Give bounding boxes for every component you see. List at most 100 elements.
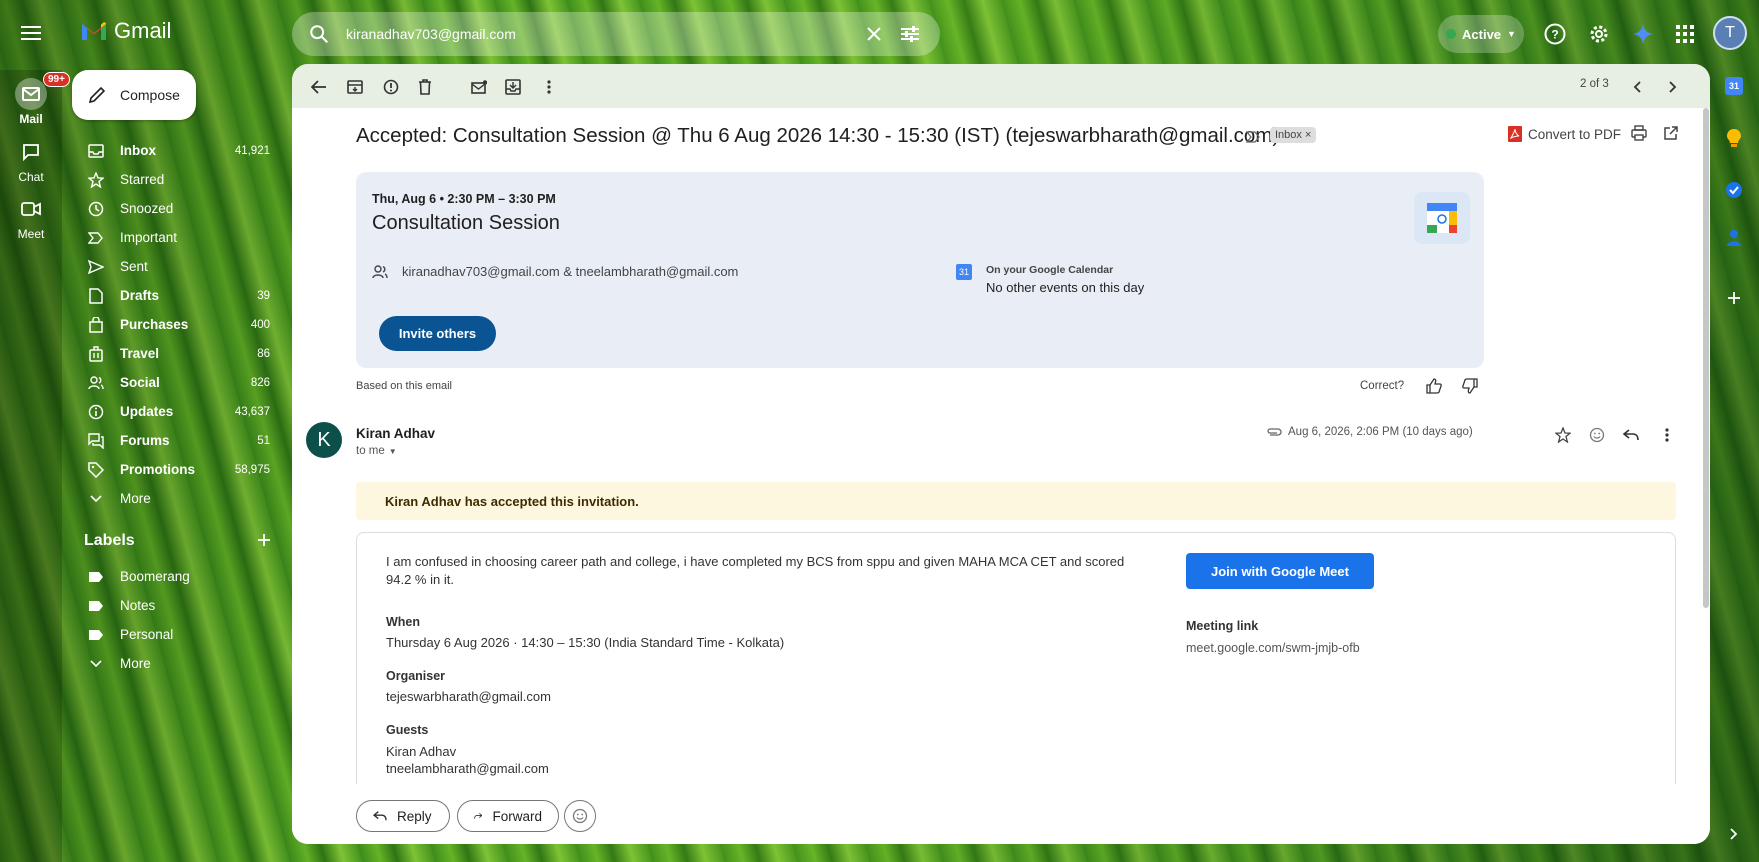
search-bar[interactable]: kiranadhav703@gmail.com [292,12,940,56]
account-avatar[interactable]: T [1713,16,1747,50]
label-item-text: More [120,656,151,671]
emoji-icon [1589,427,1605,443]
label-item-notes[interactable]: Notes [62,591,278,620]
search-icon[interactable] [308,23,330,45]
nav-item-starred[interactable]: Starred [62,165,278,194]
reply-icon [1623,429,1639,441]
nav-item-social[interactable]: Social 826 [62,368,278,397]
nav-item-count: 400 [250,318,270,331]
keep-addon[interactable] [1722,126,1746,150]
nav-item-more[interactable]: More [62,484,278,513]
get-addons-button[interactable] [1722,286,1746,310]
sender-avatar[interactable]: K [306,422,342,458]
chevron-right-icon [1730,828,1738,840]
rail-mail[interactable]: 99+ Mail [0,72,70,126]
gemini-icon [1633,24,1653,44]
create-label-button[interactable] [256,532,276,552]
reply-button[interactable]: Reply [356,800,450,832]
apps-button[interactable] [1669,18,1701,50]
nav-item-updates[interactable]: Updates 43,637 [62,397,278,426]
add-reaction-button[interactable] [1584,422,1610,448]
star-button[interactable] [1550,422,1576,448]
move-to-button[interactable] [500,74,526,100]
report-spam-button[interactable] [378,74,404,100]
scrollbar[interactable] [1703,108,1709,608]
rail-chat[interactable]: Chat [0,136,62,184]
convert-pdf-button[interactable]: Convert to PDF [1508,126,1621,142]
nav-item-promotions[interactable]: Promotions 58,975 [62,455,278,484]
contacts-addon[interactable] [1722,226,1746,250]
nav-item-count: 86 [257,347,270,360]
importance-marker[interactable] [1245,130,1260,148]
gear-icon [1590,25,1608,43]
label-item-more[interactable]: More [62,649,278,678]
reply-emoji-button[interactable] [564,800,596,832]
sender-name[interactable]: Kiran Adhav [356,426,435,441]
search-input[interactable]: kiranadhav703@gmail.com [346,26,860,42]
back-button[interactable] [306,74,332,100]
print-button[interactable] [1626,120,1652,146]
svg-text:?: ? [1551,28,1558,42]
clear-search-button[interactable] [860,20,888,48]
rail-meet[interactable]: Meet [0,193,62,241]
meeting-link[interactable]: meet.google.com/swm-jmjb-ofb [1186,641,1360,655]
delete-button[interactable] [412,74,438,100]
event-people-text: kiranadhav703@gmail.com & tneelambharath… [402,264,739,279]
inbox-icon [86,141,106,161]
more-actions-button[interactable] [536,74,562,100]
message-more-button[interactable] [1654,422,1680,448]
nav-item-forums[interactable]: Forums 51 [62,426,278,455]
label-list: Boomerang Notes Personal More [62,562,278,678]
inbox-label-chip[interactable]: Inbox × [1270,127,1317,143]
guest-email[interactable]: tneelambharath@gmail.com [386,761,549,776]
organiser-value[interactable]: tejeswarbharath@gmail.com [386,689,551,704]
label-item-personal[interactable]: Personal [62,620,278,649]
nav-item-inbox[interactable]: Inbox 41,921 [62,136,278,165]
forward-button[interactable]: Forward [457,800,559,832]
nav-item-snoozed[interactable]: Snoozed [62,194,278,223]
support-button[interactable]: ? [1539,18,1571,50]
nav-item-drafts[interactable]: Drafts 39 [62,281,278,310]
message-date-text: Aug 6, 2026, 2:06 PM (10 days ago) [1288,426,1473,438]
gemini-button[interactable] [1627,18,1659,50]
remove-label-icon[interactable]: × [1305,129,1311,141]
invite-others-button[interactable]: Invite others [379,316,496,351]
recipient-details[interactable]: to me ▼ [356,445,397,457]
gmail-logo[interactable]: Gmail [80,18,171,44]
nav-item-label: Snoozed [120,201,174,216]
organiser-label: Organiser [386,669,446,683]
event-people: kiranadhav703@gmail.com & tneelambharath… [372,264,738,279]
calendar-addon[interactable]: 31 [1722,74,1746,98]
nav-item-label: Forums [120,433,170,448]
older-button[interactable] [1660,74,1686,100]
main-menu-button[interactable] [14,16,48,50]
settings-button[interactable] [1583,18,1615,50]
status-button[interactable]: Active ▼ [1438,15,1524,53]
label-item-boomerang[interactable]: Boomerang [62,562,278,591]
nav-item-sent[interactable]: Sent [62,252,278,281]
thumbs-up-button[interactable] [1422,374,1446,398]
mark-unread-button[interactable] [466,74,492,100]
join-meet-button[interactable]: Join with Google Meet [1186,553,1374,589]
message-subject: Accepted: Consultation Session @ Thu 6 A… [356,124,1280,147]
open-new-window-button[interactable] [1658,120,1684,146]
nav-item-important[interactable]: Important [62,223,278,252]
nav-item-purchases[interactable]: Purchases 400 [62,310,278,339]
thumbs-down-button[interactable] [1458,374,1482,398]
event-date: Thu, Aug 6 • 2:30 PM – 3:30 PM [372,192,556,206]
compose-button[interactable]: Compose [72,70,196,120]
rail-meet-label: Meet [17,227,45,241]
nav-item-travel[interactable]: Travel 86 [62,339,278,368]
hide-side-panel-button[interactable] [1722,822,1746,846]
contacts-icon [1727,230,1741,246]
search-options-button[interactable] [896,20,924,48]
tasks-addon[interactable] [1722,178,1746,202]
archive-button[interactable] [342,74,368,100]
reply-icon-button[interactable] [1618,422,1644,448]
important-icon [86,228,106,248]
calendar-icon: 31 [1725,77,1743,95]
newer-button[interactable] [1624,74,1650,100]
open-in-new-icon [1664,126,1678,140]
chevron-down-icon: ▼ [388,446,397,456]
event-title: Consultation Session [372,212,560,234]
